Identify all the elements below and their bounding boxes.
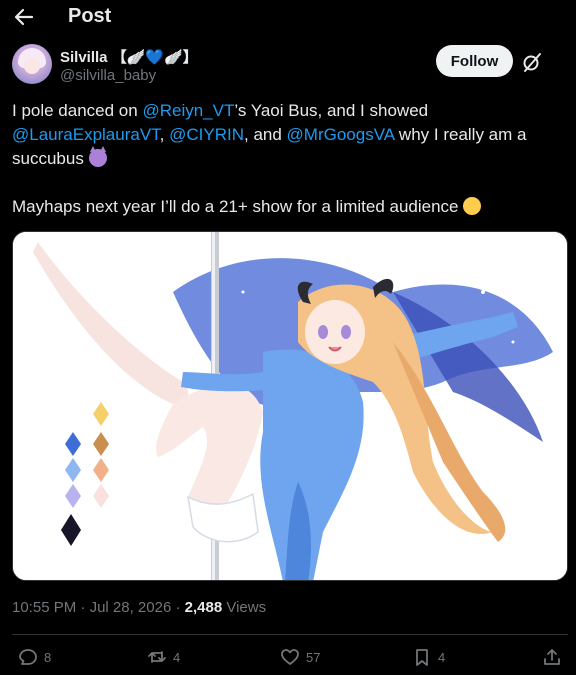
action-bar: 8 4 57 4 (0, 642, 576, 672)
tweet-metadata: 10:55 PM · Jul 28, 2026 · 2,488 Views (12, 599, 267, 616)
divider (12, 634, 568, 635)
mention-link[interactable]: @Reiyn_VT (142, 101, 234, 120)
share-button[interactable] (542, 642, 562, 672)
like-button[interactable]: 57 (280, 642, 320, 672)
avatar[interactable] (12, 44, 52, 84)
follow-button[interactable]: Follow (436, 45, 513, 77)
views-count: 2,488 (184, 599, 223, 616)
reply-icon (19, 649, 37, 665)
illustration-image (13, 232, 567, 580)
grok-button[interactable] (521, 51, 543, 73)
repost-button[interactable]: 4 (147, 642, 180, 672)
page-title: Post (68, 5, 112, 27)
tweet-date[interactable]: Jul 28, 2026 (90, 599, 172, 616)
heart-icon (281, 649, 299, 665)
smiling-face-with-horns-icon (88, 146, 107, 167)
views-label: Views (222, 599, 267, 616)
bookmark-count: 4 (438, 649, 446, 665)
bookmark-button[interactable]: 4 (412, 642, 445, 672)
like-count: 57 (306, 649, 321, 665)
reply-count: 8 (44, 649, 52, 665)
back-button[interactable] (12, 6, 36, 28)
mention-link[interactable]: @CIYRIN (169, 125, 244, 144)
grok-icon (523, 53, 541, 72)
winking-face-icon (463, 197, 482, 215)
media-image[interactable] (12, 231, 568, 581)
mention-link[interactable]: @MrGoogsVA (287, 125, 395, 144)
share-icon (544, 649, 560, 665)
tweet-paragraph-2: Mayhaps next year I’ll do a 21+ show for… (12, 195, 552, 219)
mention-link[interactable]: @LauraExplauraVT (12, 125, 160, 144)
tweet-text: I pole danced on @Reiyn_VT’s Yaoi Bus, a… (12, 99, 552, 219)
bookmark-icon (416, 649, 428, 666)
display-name[interactable]: Silvilla 【🪽💙🪽】 (60, 46, 198, 67)
repost-icon (148, 651, 166, 663)
top-bar: Post (0, 0, 576, 34)
user-handle[interactable]: @silvilla_baby (60, 67, 156, 84)
tweet-paragraph-1: I pole danced on @Reiyn_VT’s Yaoi Bus, a… (12, 101, 527, 168)
tweet-time[interactable]: 10:55 PM (12, 599, 76, 616)
reply-button[interactable]: 8 (18, 642, 51, 672)
repost-count: 4 (173, 649, 181, 665)
arrow-left-icon (14, 8, 34, 26)
